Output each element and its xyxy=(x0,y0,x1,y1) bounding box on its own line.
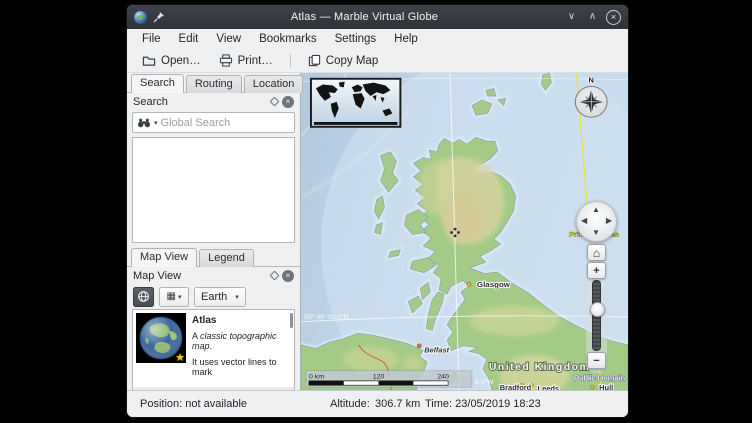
window-title: Atlas — Marble Virtual Globe xyxy=(171,11,558,23)
pan-right-arrow-icon[interactable]: ▶ xyxy=(606,217,612,225)
bottom-tabbar: Map View Legend xyxy=(127,247,300,267)
menu-bookmarks[interactable]: Bookmarks xyxy=(250,31,326,47)
menu-file[interactable]: File xyxy=(133,31,170,47)
toolbar: Open… Print… Copy Map xyxy=(127,49,628,72)
longitude-label: 0.0"W xyxy=(475,379,494,386)
favorite-star-icon: ★ xyxy=(175,351,185,363)
scale-end: 240 xyxy=(437,374,449,381)
printer-icon xyxy=(219,54,233,67)
hull-marker[interactable] xyxy=(590,385,594,388)
titlebar[interactable]: Atlas — Marble Virtual Globe ∨ ∧ × xyxy=(127,5,628,29)
map-canvas[interactable]: Prime Meridian 55° 00' 00.0"N 0.0"W Glas… xyxy=(301,73,628,390)
search-docker-title: Search xyxy=(133,96,267,108)
minimize-button[interactable]: ∨ xyxy=(564,10,579,25)
hull-label: Hull xyxy=(599,383,613,390)
globe-projection-button[interactable] xyxy=(133,287,154,307)
top-tabbar: Search Routing Location xyxy=(127,73,300,93)
copy-map-button[interactable]: Copy Map xyxy=(301,52,385,69)
tab-legend[interactable]: Legend xyxy=(199,249,254,267)
chevron-down-icon: ▾ xyxy=(178,293,182,301)
bradford-label: Bradford xyxy=(500,383,531,390)
print-button[interactable]: Print… xyxy=(212,52,280,69)
menu-view[interactable]: View xyxy=(207,31,250,47)
scale-mid: 120 xyxy=(373,374,385,381)
mapview-docker-title: Map View xyxy=(133,270,267,282)
close-panel-icon[interactable]: × xyxy=(282,270,294,282)
glasgow-label: Glasgow xyxy=(477,280,511,289)
mapview-docker-header: Map View × xyxy=(127,267,300,284)
search-input[interactable] xyxy=(161,117,290,129)
latitude-label: 55° 00' 00.0"N xyxy=(304,313,348,321)
tab-location[interactable]: Location xyxy=(244,75,304,93)
close-button[interactable]: × xyxy=(606,10,621,25)
scale-bar: 0 km 120 240 xyxy=(306,371,472,387)
menu-edit[interactable]: Edit xyxy=(170,31,208,47)
tab-routing[interactable]: Routing xyxy=(186,75,242,93)
atlas-description: Atlas A classic topographic map. It uses… xyxy=(192,313,291,384)
home-button[interactable]: ⌂ xyxy=(587,244,606,261)
global-search-box[interactable]: ▾ xyxy=(132,112,295,133)
north-indicator: N xyxy=(589,76,594,85)
map-attribution: Public Domain xyxy=(574,374,625,383)
toolbar-separator xyxy=(290,54,291,68)
left-panel: Search Routing Location Search × ▾ xyxy=(127,73,301,390)
close-panel-icon[interactable]: × xyxy=(282,96,294,108)
belfast-marker[interactable] xyxy=(417,344,421,348)
binoculars-icon xyxy=(137,117,151,128)
mapview-controls: ▦ ▾ Earth ▾ xyxy=(127,284,300,309)
pan-down-arrow-icon[interactable]: ▼ xyxy=(592,229,600,237)
atlas-thumbnail: ★ xyxy=(136,313,186,363)
search-type-dropdown-icon[interactable]: ▾ xyxy=(154,119,158,127)
float-panel-icon[interactable] xyxy=(270,97,280,107)
status-position: Position: not available xyxy=(140,398,247,410)
pin-icon[interactable] xyxy=(153,11,165,23)
pan-left-arrow-icon[interactable]: ◀ xyxy=(581,217,587,225)
zoom-slider-handle[interactable] xyxy=(590,302,605,317)
status-time: Time: 23/05/2019 18:23 xyxy=(425,398,541,410)
float-panel-icon[interactable] xyxy=(270,271,280,281)
folder-icon xyxy=(142,54,156,67)
statusbar: Position: not available Altitude: 306.7 … xyxy=(127,390,628,417)
search-docker-header: Search × xyxy=(127,93,300,110)
celestial-body-select[interactable]: Earth ▾ xyxy=(194,287,246,307)
search-results-list[interactable] xyxy=(132,137,295,243)
pan-up-arrow-icon[interactable]: ▲ xyxy=(592,206,600,214)
theme-list-scrollbar[interactable] xyxy=(290,313,293,328)
tab-search[interactable]: Search xyxy=(131,74,184,93)
status-altitude-value: 306.7 km xyxy=(375,398,420,410)
copy-icon xyxy=(308,54,321,67)
zoom-slider[interactable] xyxy=(592,280,601,351)
open-button[interactable]: Open… xyxy=(135,52,208,69)
tab-map-view[interactable]: Map View xyxy=(131,248,197,267)
map-theme-list: ★ Atlas A classic topographic map. It us… xyxy=(132,309,295,390)
zoom-in-button[interactable]: + xyxy=(587,262,606,279)
marble-app-icon xyxy=(134,11,147,24)
globe-icon xyxy=(137,290,150,303)
marble-window: Atlas — Marble Virtual Globe ∨ ∧ × File … xyxy=(126,4,629,418)
grid-icon: ▦ xyxy=(167,291,176,302)
maximize-button[interactable]: ∧ xyxy=(585,10,600,25)
theme-item-atlas[interactable]: ★ Atlas A classic topographic map. It us… xyxy=(133,310,294,387)
menubar: File Edit View Bookmarks Settings Help xyxy=(127,29,628,49)
scale-start: 0 km xyxy=(309,374,324,381)
pan-control[interactable]: ▲ ▼ ◀ ▶ xyxy=(576,201,617,242)
country-label: United Kingdom xyxy=(489,362,590,373)
theme-title: Atlas xyxy=(192,315,291,326)
celestial-list-button[interactable]: ▦ ▾ xyxy=(159,287,189,307)
zoom-out-button[interactable]: − xyxy=(587,352,606,369)
menu-settings[interactable]: Settings xyxy=(326,31,386,47)
menu-help[interactable]: Help xyxy=(385,31,427,47)
glasgow-marker[interactable] xyxy=(467,282,471,286)
belfast-label: Belfast xyxy=(424,346,449,355)
status-altitude-label: Altitude: xyxy=(330,398,370,410)
overview-map[interactable] xyxy=(311,79,400,127)
main-content: Search Routing Location Search × ▾ xyxy=(127,72,628,390)
chevron-down-icon: ▾ xyxy=(235,293,239,301)
